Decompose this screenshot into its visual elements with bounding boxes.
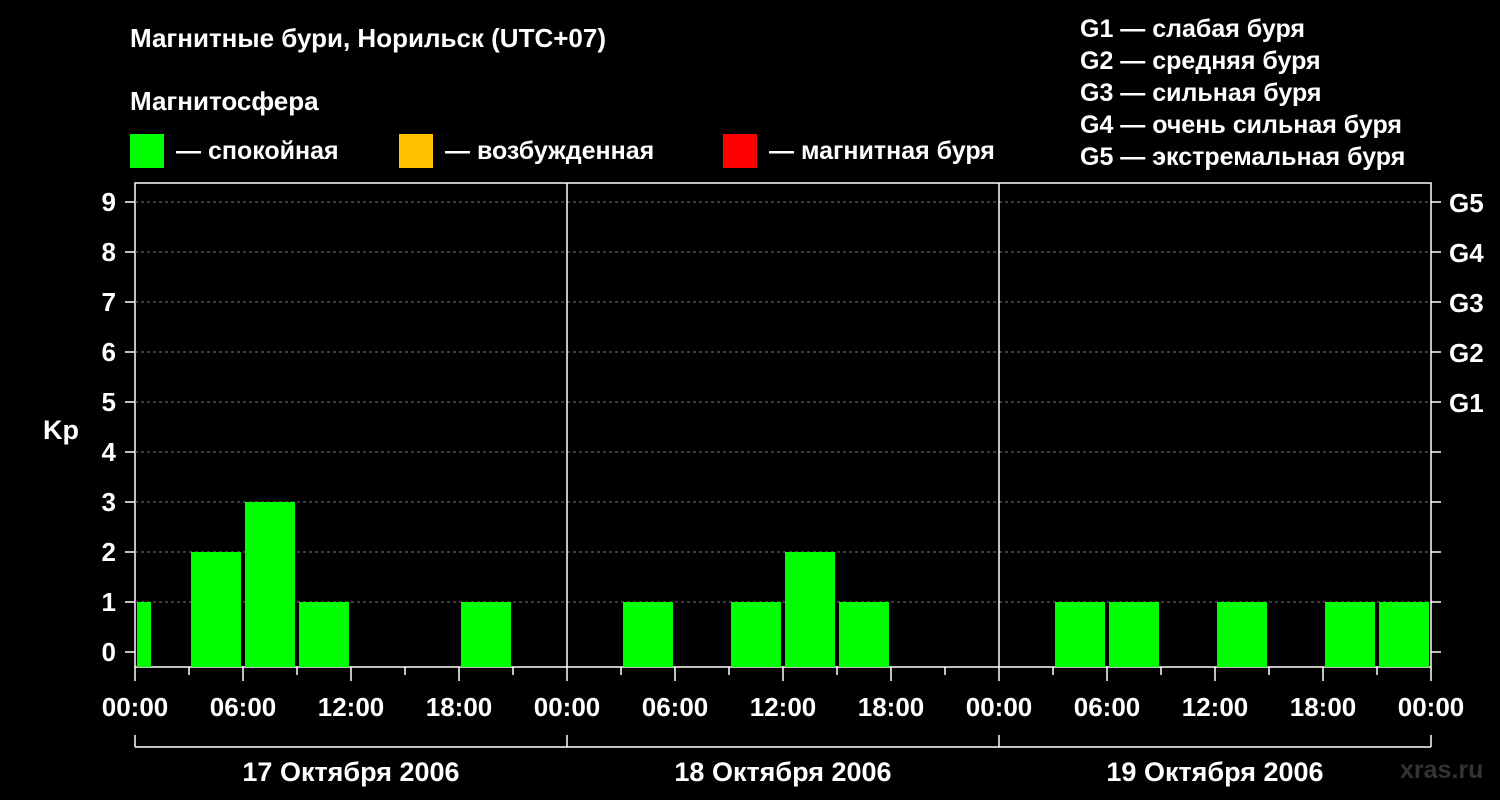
x-tick-label: 12:00 — [318, 692, 385, 722]
g-level-label: G4 — [1449, 238, 1484, 268]
x-tick-label: 00:00 — [102, 692, 169, 722]
kp-bar — [191, 552, 241, 667]
kp-bar — [623, 602, 673, 667]
day-label: 18 Октября 2006 — [674, 757, 891, 787]
kp-bar — [1109, 602, 1159, 667]
y-tick-label: 0 — [102, 637, 116, 667]
kp-bar — [137, 602, 151, 667]
kp-bar — [785, 552, 835, 667]
g-level-label: G3 — [1449, 288, 1484, 318]
kp-bar — [1055, 602, 1105, 667]
y-tick-label: 3 — [102, 487, 116, 517]
kp-bar — [1379, 602, 1429, 667]
y-tick-label: 9 — [102, 187, 116, 217]
x-tick-label: 06:00 — [1074, 692, 1141, 722]
kp-bar — [461, 602, 511, 667]
kp-bar — [731, 602, 781, 667]
y-tick-label: 2 — [102, 537, 116, 567]
kp-bar — [1217, 602, 1267, 667]
x-tick-label: 18:00 — [1290, 692, 1357, 722]
watermark: xras.ru — [1400, 756, 1484, 784]
y-tick-label: 8 — [102, 237, 116, 267]
kp-bar — [1325, 602, 1375, 667]
y-tick-label: 1 — [102, 587, 116, 617]
y-tick-label: 5 — [102, 387, 116, 417]
day-label: 17 Октября 2006 — [242, 757, 459, 787]
g-level-label: G2 — [1449, 338, 1484, 368]
x-tick-label: 12:00 — [1182, 692, 1249, 722]
y-tick-label: 6 — [102, 337, 116, 367]
g-level-label: G1 — [1449, 388, 1484, 418]
day-label: 19 Октября 2006 — [1106, 757, 1323, 787]
plot-frame — [134, 182, 1432, 668]
x-tick-label: 06:00 — [210, 692, 277, 722]
x-tick-label: 00:00 — [534, 692, 601, 722]
x-tick-label: 18:00 — [426, 692, 493, 722]
x-tick-label: 18:00 — [858, 692, 925, 722]
x-tick-label: 00:00 — [1398, 692, 1465, 722]
kp-bar — [245, 502, 295, 667]
kp-bar — [839, 602, 889, 667]
x-tick-label: 06:00 — [642, 692, 709, 722]
y-tick-label: 4 — [102, 437, 117, 467]
y-tick-label: 7 — [102, 287, 116, 317]
kp-chart: 0 1 2 3 4 5 6 7 8 9 G1 G2 G3 G4 G5 Kp 00:00 06:00 12:00 18:… — [43, 182, 1484, 787]
kp-bar — [299, 602, 349, 667]
y-axis-label: Kp — [43, 415, 79, 445]
x-tick-label: 12:00 — [750, 692, 817, 722]
g-level-label: G5 — [1449, 188, 1484, 218]
x-tick-label: 00:00 — [966, 692, 1033, 722]
